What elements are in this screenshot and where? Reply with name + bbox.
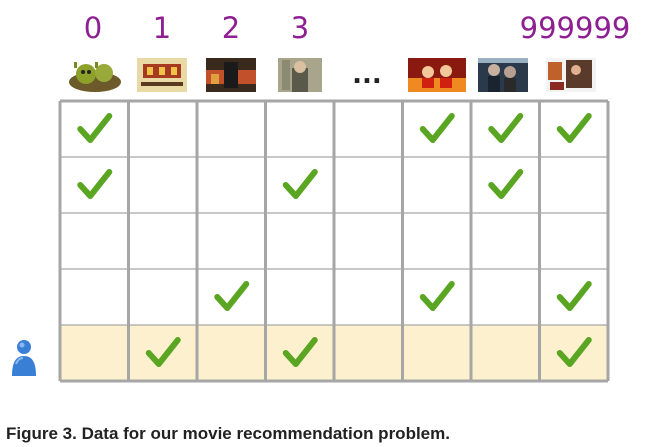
checkmark-icon [556, 113, 592, 143]
checkmark-icon [419, 281, 455, 311]
checkmark-icon [488, 169, 524, 199]
figure-caption: Figure 3. Data for our movie recommendat… [6, 424, 450, 443]
rating-matrix [58, 99, 610, 383]
checkmark-icon [77, 113, 113, 143]
user-icon [12, 340, 36, 376]
checkmark-icon [488, 113, 524, 143]
checkmark-icon [556, 281, 592, 311]
checkmark-icon [214, 281, 250, 311]
checkmark-icon [77, 169, 113, 199]
checkmark-icon [282, 169, 318, 199]
checkmark-icon [419, 113, 455, 143]
